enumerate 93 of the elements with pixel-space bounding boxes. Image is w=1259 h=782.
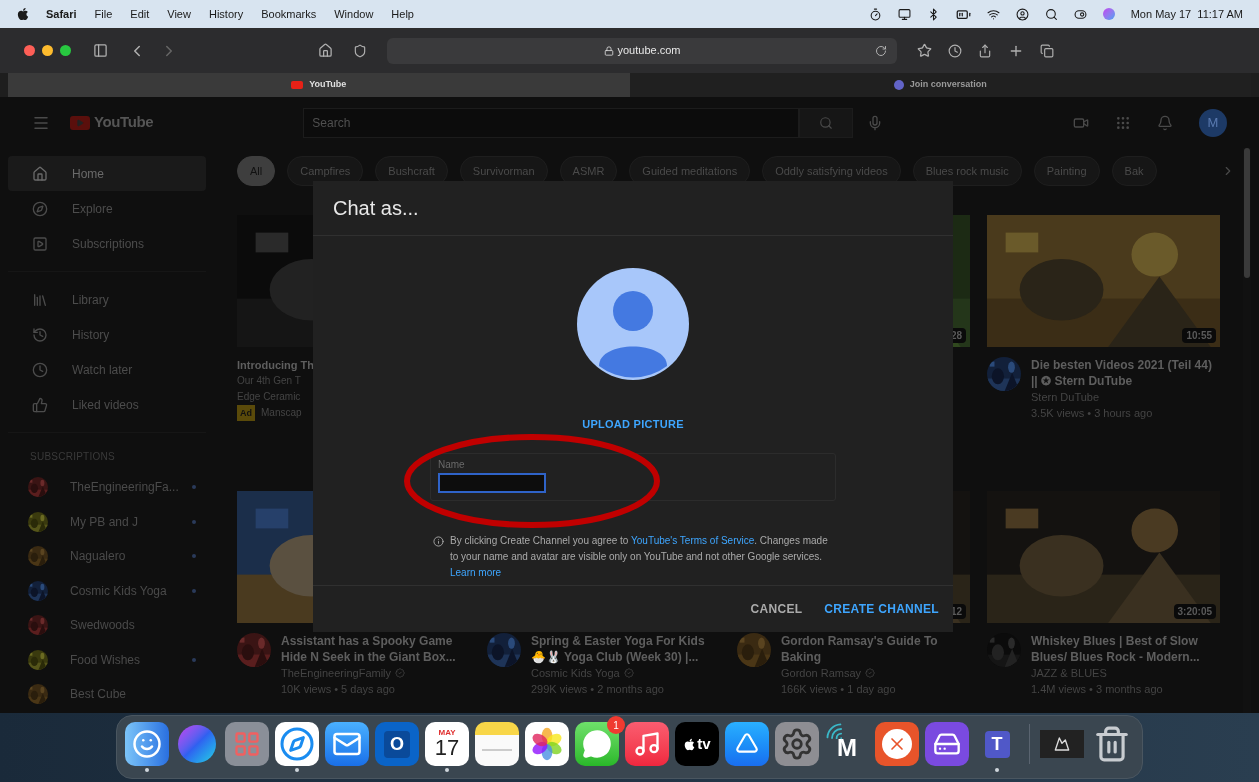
subscription-item[interactable]: Food Wishes — [8, 642, 206, 677]
subscription-item[interactable]: Swedwoods — [8, 608, 206, 643]
upload-picture-button[interactable]: UPLOAD PICTURE — [582, 416, 684, 433]
calendar-app-icon[interactable]: MAY 17 — [425, 722, 469, 766]
app-store-icon[interactable] — [725, 722, 769, 766]
menu-item[interactable]: History — [208, 5, 244, 23]
sidebar-item[interactable]: Watch later — [8, 352, 206, 387]
video-title[interactable]: Gordon Ramsay's Guide To Baking — [781, 633, 970, 665]
sidebar-item[interactable]: Home — [8, 156, 206, 191]
duration-badge: 10:55 — [1182, 328, 1216, 343]
sidebar-item[interactable]: Subscriptions — [8, 226, 206, 261]
library-icon — [32, 291, 48, 308]
control-center-icon[interactable] — [1073, 7, 1087, 21]
home-icon — [32, 165, 48, 182]
user-icon[interactable] — [1015, 7, 1029, 21]
history-icon — [32, 326, 48, 343]
display-icon[interactable] — [897, 7, 911, 21]
menu-item[interactable]: Bookmarks — [261, 5, 317, 23]
subscription-item[interactable]: My PB and J — [8, 504, 206, 539]
video-title[interactable]: Assistant has a Spooky Game Hide N Seek in the Giant Box... — [281, 633, 470, 665]
menu-item[interactable]: Window — [334, 5, 374, 23]
home-icon[interactable] — [318, 43, 333, 58]
outlook-app-icon[interactable]: O — [375, 722, 419, 766]
drive-app-icon[interactable] — [925, 722, 969, 766]
close-button[interactable] — [24, 45, 35, 56]
dialog-title: Chat as... — [332, 196, 420, 221]
terms-notice: By clicking Create Channel you agree to YouTube's Terms of Service. Changes made to your name and avatar are visible only on YouTube and not other Google services. Learn more — [450, 533, 829, 580]
wifi-icon[interactable] — [986, 7, 1000, 21]
search-field[interactable]: Search — [303, 107, 800, 138]
notes-app-icon[interactable] — [475, 722, 519, 766]
field-label: Name — [438, 458, 466, 471]
info-icon — [433, 535, 444, 547]
youtube-logo[interactable]: YouTube — [70, 111, 154, 134]
share-icon[interactable] — [978, 43, 992, 58]
notification-badge: 1 — [607, 716, 625, 734]
minimize-button[interactable] — [42, 45, 53, 56]
safari-app-icon[interactable] — [275, 722, 319, 766]
reload-icon[interactable] — [875, 44, 887, 57]
thumbs-up-icon — [32, 396, 48, 413]
search-icon — [819, 115, 834, 130]
avatar-placeholder-icon — [577, 268, 689, 380]
lock-icon — [603, 45, 614, 56]
timer-icon[interactable] — [868, 7, 882, 21]
account-avatar[interactable]: M — [1199, 108, 1227, 137]
finder-app-icon[interactable] — [125, 722, 169, 766]
subscriptions-icon — [32, 235, 48, 252]
zoom-button[interactable] — [60, 45, 71, 56]
history-icon[interactable] — [948, 43, 962, 58]
subscription-item[interactable]: Nagualero — [8, 539, 206, 574]
apple-icon[interactable] — [16, 7, 30, 21]
video-title[interactable]: Spring & Easter Yoga For Kids 🐣🐰 Yoga Club (Week 30) |... — [531, 633, 720, 665]
sidebar-item[interactable]: History — [8, 317, 206, 352]
ad-badge: Ad — [237, 405, 255, 421]
shield-icon[interactable] — [353, 43, 367, 58]
address-bar[interactable]: youtube.com — [387, 37, 897, 64]
cancel-button[interactable]: CANCEL — [750, 600, 803, 618]
sidebar-item[interactable]: Liked videos — [8, 387, 206, 422]
teams-favicon — [893, 80, 904, 90]
settings-app-icon[interactable] — [775, 722, 819, 766]
create-channel-button[interactable]: CREATE CHANNEL — [824, 600, 939, 618]
browser-tab[interactable]: YouTube — [8, 73, 630, 97]
menu-item[interactable]: View — [167, 5, 191, 23]
menu-item[interactable]: File — [94, 5, 113, 23]
sidebar-item[interactable]: Library — [8, 282, 206, 317]
dock-separator — [1029, 724, 1030, 764]
menu-item[interactable]: Edit — [130, 5, 150, 23]
tabs-icon[interactable] — [1040, 43, 1054, 58]
video-title[interactable]: Whiskey Blues | Best of Slow Blues/ Blues Rock - Modern... — [1031, 633, 1220, 665]
menu-clock[interactable]: Mon May 17 11:17 AM — [1130, 5, 1243, 23]
duration-badge: 3:20:05 — [1173, 604, 1216, 619]
star-icon[interactable] — [917, 43, 932, 58]
launchpad-app-icon[interactable] — [225, 722, 269, 766]
tv-app-icon[interactable]: tv — [675, 722, 719, 766]
mail-app-icon[interactable] — [325, 722, 369, 766]
youtube-favicon — [291, 81, 304, 89]
address-text: youtube.com — [617, 43, 681, 59]
menu-item[interactable]: Help — [391, 5, 414, 23]
clock-icon — [32, 361, 48, 378]
menu-item[interactable]: Safari — [46, 5, 77, 23]
learn-more-link[interactable]: Learn more — [450, 566, 502, 578]
compass-icon — [32, 200, 48, 217]
photos-app-icon[interactable] — [525, 722, 569, 766]
search-icon[interactable] — [1044, 7, 1058, 21]
name-field[interactable]: Name — [430, 452, 836, 501]
video-title[interactable]: Die besten Videos 2021 (Teil 44) || ✪ Stern DuTube — [1031, 357, 1220, 389]
music-app-icon[interactable] — [625, 722, 669, 766]
subscription-item[interactable]: Best Cube — [8, 677, 206, 712]
sidebar-icon[interactable] — [93, 43, 108, 58]
siri-icon[interactable] — [1102, 8, 1115, 20]
messages-app-icon[interactable] — [575, 722, 619, 766]
subscription-item[interactable]: TheEngineeringFa... — [8, 470, 206, 505]
remote-desktop-icon[interactable] — [875, 722, 919, 766]
sidebar-item[interactable]: Explore — [8, 191, 206, 226]
